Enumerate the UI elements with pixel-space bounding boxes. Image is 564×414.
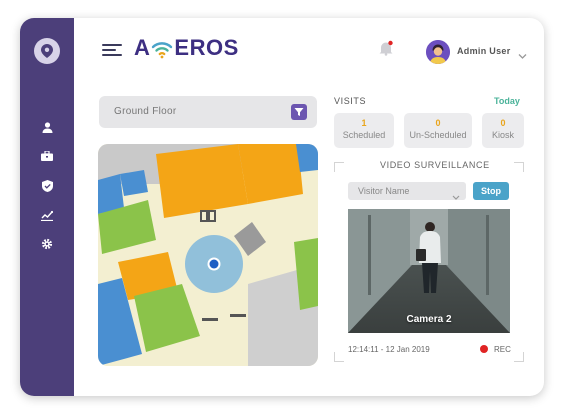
stat-value: 0 <box>500 118 506 128</box>
stat-label: Un-Scheduled <box>409 130 467 140</box>
floor-map[interactable] <box>98 144 318 366</box>
visits-period[interactable]: Today <box>494 96 520 106</box>
visits-title: VISITS <box>334 96 367 106</box>
chevron-down-icon <box>452 188 460 200</box>
stat-value: 0 <box>435 118 441 128</box>
brand-left: A <box>134 35 151 60</box>
brand-right: EROS <box>174 35 239 60</box>
stat-label: Scheduled <box>342 130 386 140</box>
location-marker-icon <box>209 259 219 269</box>
stat-scheduled[interactable]: 1 Scheduled <box>334 113 394 148</box>
briefcase-icon[interactable] <box>39 148 55 164</box>
user-icon[interactable] <box>39 119 55 135</box>
rec-label: REC <box>494 345 511 354</box>
camera-label: Camera 2 <box>406 314 452 325</box>
visitor-name-placeholder: Visitor Name <box>358 186 410 196</box>
user-name[interactable]: Admin User <box>457 46 511 56</box>
stat-value: 1 <box>361 118 367 128</box>
camera-timestamp: 12:14:11 - 12 Jan 2019 <box>348 345 430 354</box>
floor-select[interactable]: Ground Floor <box>99 96 317 128</box>
map-room-apt-2 <box>238 144 303 204</box>
analytics-icon[interactable] <box>39 207 55 223</box>
sidebar <box>20 18 74 396</box>
notification-bell-icon[interactable] <box>378 40 394 56</box>
location-pin-icon[interactable] <box>34 38 60 64</box>
menu-icon[interactable] <box>102 44 122 56</box>
wifi-icon <box>151 37 173 59</box>
filter-button[interactable] <box>291 104 307 120</box>
chevron-down-icon[interactable] <box>518 47 527 59</box>
stat-kiosk[interactable]: 0 Kiosk <box>482 113 524 148</box>
gear-icon[interactable] <box>39 236 55 252</box>
shield-icon[interactable] <box>39 178 55 194</box>
avatar[interactable] <box>426 40 450 64</box>
app-window: A EROS Admin User Ground Floor VISITS To… <box>20 18 544 396</box>
stat-label: Kiosk <box>491 130 514 140</box>
floor-select-label: Ground Floor <box>114 106 177 117</box>
video-surveillance-title: VIDEO SURVEILLANCE <box>378 160 492 170</box>
stat-unscheduled[interactable]: 0 Un-Scheduled <box>404 113 472 148</box>
filter-icon <box>294 108 304 116</box>
brand-logo: A EROS <box>134 35 239 61</box>
rec-indicator-icon <box>480 345 488 353</box>
stop-button[interactable]: Stop <box>473 182 509 200</box>
camera-feed[interactable]: Camera 2 <box>348 209 510 333</box>
visitor-name-select[interactable]: Visitor Name <box>348 182 466 200</box>
